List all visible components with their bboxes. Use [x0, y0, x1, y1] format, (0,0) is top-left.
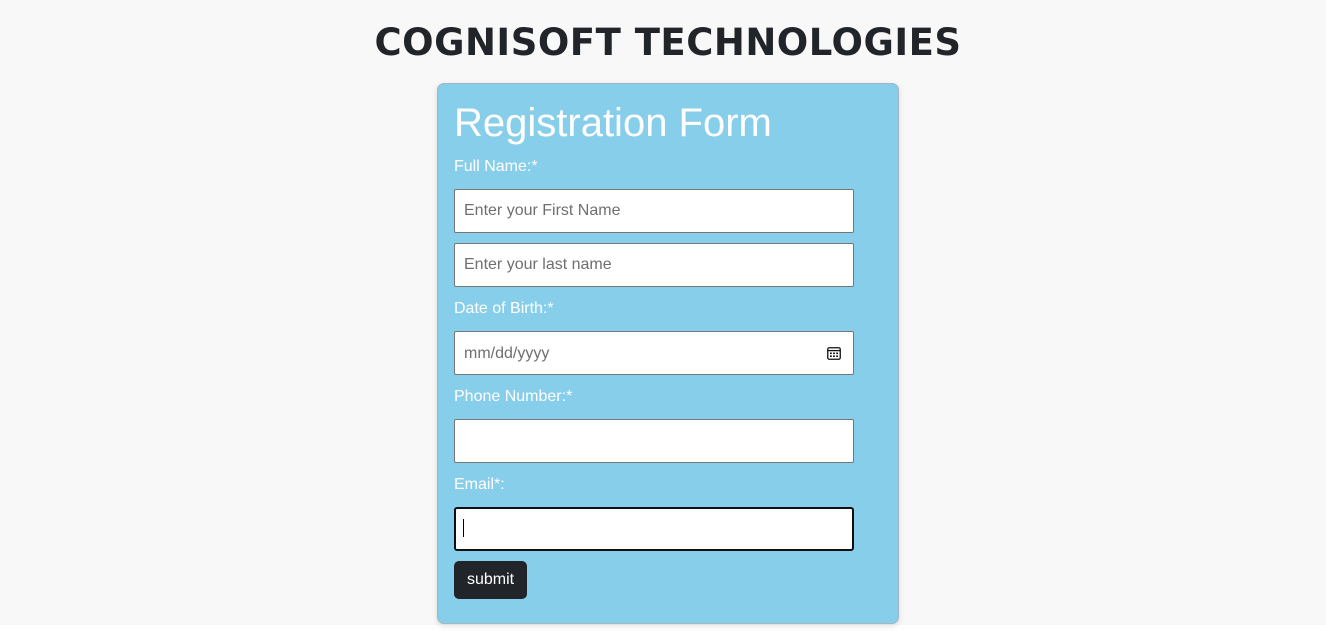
- email-input[interactable]: [454, 507, 854, 551]
- site-title: COGNISOFT TECHNOLOGIES: [374, 21, 962, 64]
- calendar-icon[interactable]: [827, 346, 841, 360]
- text-caret: [463, 519, 464, 537]
- dob-label: Date of Birth:*: [454, 300, 554, 317]
- dob-input[interactable]: mm/dd/yyyy: [454, 331, 854, 375]
- email-label: Email*:: [454, 476, 505, 493]
- email-field-wrapper: [454, 507, 854, 551]
- registration-form: Registration Form Full Name:* Date of Bi…: [437, 83, 899, 624]
- phone-label: Phone Number:*: [454, 388, 573, 405]
- form-heading: Registration Form: [454, 101, 772, 145]
- last-name-input[interactable]: [454, 243, 854, 287]
- submit-button[interactable]: submit: [454, 561, 527, 599]
- dob-placeholder: mm/dd/yyyy: [464, 345, 550, 362]
- first-name-input[interactable]: [454, 189, 854, 233]
- phone-input[interactable]: [454, 419, 854, 463]
- full-name-label: Full Name:*: [454, 158, 538, 175]
